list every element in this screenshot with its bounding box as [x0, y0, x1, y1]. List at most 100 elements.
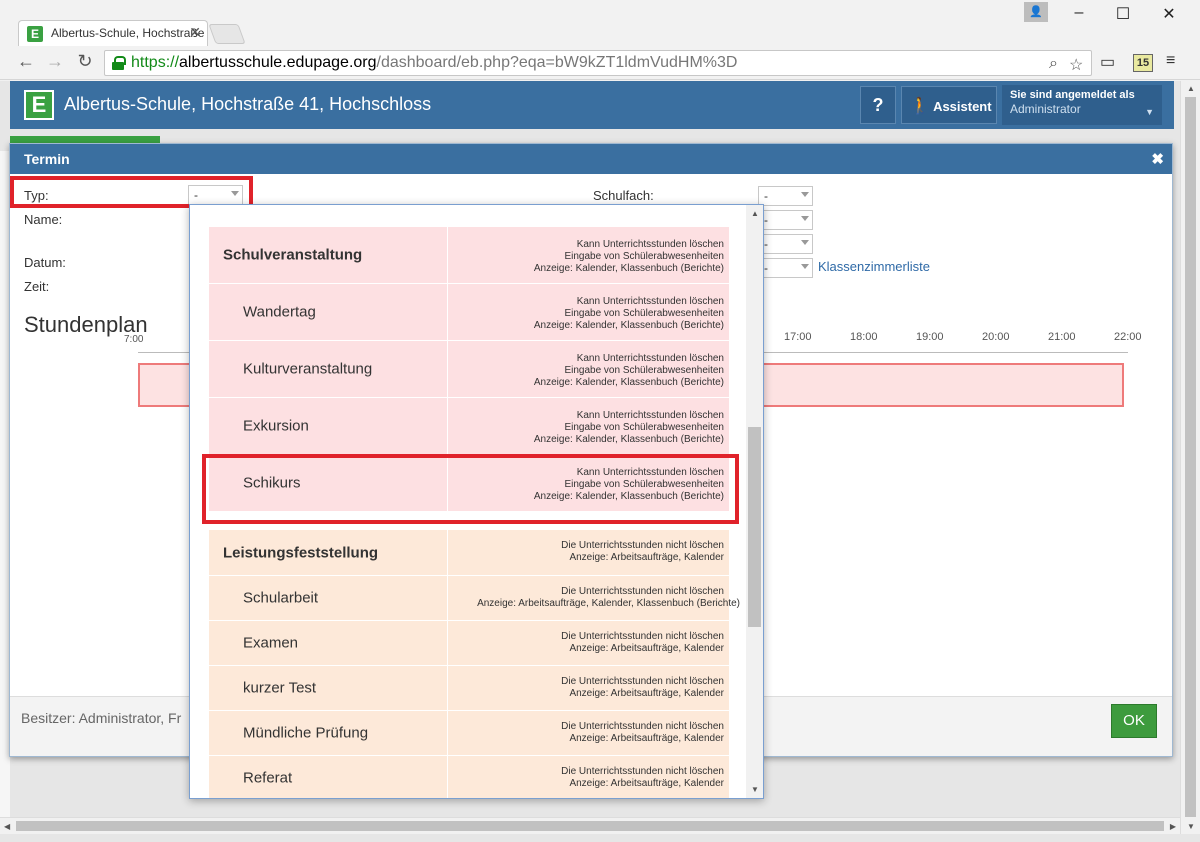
- dialog-title: Termin: [24, 151, 70, 167]
- hour-label: 7:00: [124, 334, 144, 345]
- horizontal-scrollbar[interactable]: ◀ ▶: [0, 817, 1180, 834]
- browser-toolbar: ← → ↻ https://albertusschule.edupage.org…: [0, 46, 1200, 80]
- back-icon[interactable]: ←: [15, 51, 37, 72]
- menu-icon[interactable]: ≡: [1166, 52, 1175, 70]
- address-bar[interactable]: https://albertusschule.edupage.org/dashb…: [104, 50, 1092, 76]
- school-title: Albertus-Schule, Hochstraße 41, Hochschl…: [64, 94, 432, 114]
- ok-button[interactable]: OK: [1111, 704, 1157, 738]
- option-label: Exkursion: [243, 417, 309, 435]
- desc-line: Die Unterrichtsstunden nicht löschen: [561, 676, 724, 687]
- scroll-down-icon[interactable]: ▼: [1187, 822, 1195, 831]
- dialog-header: Termin ✖: [10, 144, 1172, 174]
- forward-icon[interactable]: →: [44, 51, 66, 72]
- chevron-down-icon: ▼: [1145, 107, 1154, 117]
- dropdown-scrollbar[interactable]: ▲ ▼: [746, 205, 763, 798]
- option-description: Kann Unterrichtsstunden löschen Eingabe …: [447, 341, 729, 397]
- desc-line: Anzeige: Kalender, Klassenbuch (Berichte…: [533, 434, 724, 445]
- scroll-left-icon[interactable]: ◀: [4, 822, 10, 831]
- desc-line: Die Unterrichtsstunden nicht löschen: [561, 631, 724, 642]
- desc-line: Anzeige: Arbeitsaufträge, Kalender: [569, 643, 724, 654]
- option-kulturveranstaltung[interactable]: Kulturveranstaltung Kann Unterrichtsstun…: [209, 341, 729, 398]
- profile-icon[interactable]: 👤: [1024, 2, 1048, 22]
- desc-line: Kann Unterrichtsstunden löschen: [576, 353, 724, 364]
- user-name: Administrator: [1010, 102, 1081, 116]
- option-exkursion[interactable]: Exkursion Kann Unterrichtsstunden lösche…: [209, 398, 729, 455]
- desc-line: Eingabe von Schülerabwesenheiten: [564, 365, 724, 376]
- schulfach-select[interactable]: -: [758, 186, 813, 206]
- dropdown-scroll-thumb[interactable]: [748, 427, 761, 627]
- vertical-scrollbar[interactable]: ▲ ▼: [1180, 81, 1200, 834]
- option-label: Examen: [243, 634, 299, 652]
- option-description: Die Unterrichtsstunden nicht löschen Anz…: [447, 530, 729, 575]
- option-wandertag[interactable]: Wandertag Kann Unterrichtsstunden lösche…: [209, 284, 729, 341]
- select-3-value: -: [764, 237, 768, 251]
- scroll-right-icon[interactable]: ▶: [1170, 822, 1176, 831]
- desc-line: Eingabe von Schülerabwesenheiten: [564, 308, 724, 319]
- select-3[interactable]: -: [758, 234, 813, 254]
- desc-line: Anzeige: Kalender, Klassenbuch (Berichte…: [533, 320, 724, 331]
- classroom-select[interactable]: -: [758, 258, 813, 278]
- url-scheme: https://: [131, 54, 180, 71]
- option-schularbeit[interactable]: Schularbeit Die Unterrichtsstunden nicht…: [209, 576, 740, 621]
- option-label: Referat: [243, 769, 293, 787]
- extension-badge[interactable]: 15: [1133, 54, 1153, 72]
- window-bottom-edge: [0, 834, 1200, 842]
- schikurs-highlight-box: [202, 454, 739, 524]
- hour-label: 22:00: [1114, 331, 1142, 343]
- dropdown-arrow-icon: [801, 192, 809, 197]
- minimize-button[interactable]: –: [1066, 4, 1092, 24]
- new-tab-button[interactable]: [208, 24, 246, 44]
- zeit-label: Zeit:: [24, 279, 50, 294]
- schulfach-label: Schulfach:: [593, 188, 654, 203]
- maximize-button[interactable]: ☐: [1110, 4, 1136, 24]
- schulfach-value: -: [764, 189, 768, 203]
- reload-icon[interactable]: ↻: [74, 51, 96, 72]
- browser-titlebar: E Albertus-Schule, Hochstraße ✕ 👤 – ☐ ✕: [0, 0, 1200, 46]
- vertical-scroll-thumb[interactable]: [1185, 97, 1196, 817]
- user-menu[interactable]: Sie sind angemeldet als Administrator ▼: [1002, 85, 1162, 125]
- desc-line: Anzeige: Kalender, Klassenbuch (Berichte…: [533, 263, 724, 274]
- desc-line: Kann Unterrichtsstunden löschen: [576, 410, 724, 421]
- option-description: Die Unterrichtsstunden nicht löschen Anz…: [447, 621, 729, 665]
- close-icon[interactable]: ✖: [1151, 150, 1164, 168]
- url-path: /dashboard/eb.php?eqa=bW9kZT1ldmVudHM%3D: [376, 54, 738, 71]
- option-group-leistungsfeststellung[interactable]: Leistungsfeststellung Die Unterrichtsstu…: [209, 530, 729, 576]
- name-label: Name:: [24, 212, 63, 227]
- option-muendliche-pruefung[interactable]: Mündliche Prüfung Die Unterrichtsstunden…: [209, 711, 729, 756]
- option-description: Die Unterrichtsstunden nicht löschen Anz…: [447, 711, 729, 755]
- hour-label: 19:00: [916, 331, 944, 343]
- assistant-button[interactable]: 🚶 Assistent: [901, 86, 997, 124]
- option-label: kurzer Test: [243, 679, 317, 697]
- option-group-schulveranstaltung[interactable]: Schulveranstaltung Kann Unterrichtsstund…: [209, 227, 729, 284]
- zoom-icon[interactable]: ⌕: [1049, 55, 1058, 73]
- option-referat[interactable]: Referat Die Unterrichtsstunden nicht lös…: [209, 756, 729, 798]
- option-label: Wandertag: [243, 303, 316, 321]
- dropdown-arrow-icon: [801, 216, 809, 221]
- cast-icon[interactable]: ▭: [1100, 52, 1115, 72]
- classroom-list-link[interactable]: Klassenzimmerliste: [818, 259, 930, 274]
- option-description: Die Unterrichtsstunden nicht löschen Anz…: [447, 576, 747, 620]
- tab-title: Albertus-Schule, Hochstraße: [51, 26, 205, 40]
- scroll-up-icon[interactable]: ▲: [1187, 84, 1195, 93]
- option-kurzer-test[interactable]: kurzer Test Die Unterrichtsstunden nicht…: [209, 666, 729, 711]
- help-button[interactable]: ?: [860, 86, 896, 124]
- desc-line: Anzeige: Kalender, Klassenbuch (Berichte…: [533, 377, 724, 388]
- option-description: Die Unterrichtsstunden nicht löschen Anz…: [447, 756, 729, 798]
- option-description: Kann Unterrichtsstunden löschen Eingabe …: [447, 284, 729, 340]
- select-2[interactable]: -: [758, 210, 813, 230]
- browser-tab[interactable]: E Albertus-Schule, Hochstraße ✕: [18, 20, 208, 46]
- close-window-button[interactable]: ✕: [1156, 4, 1182, 24]
- owner-text: Besitzer: Administrator, Fr: [21, 710, 182, 726]
- hour-label: 21:00: [1048, 331, 1076, 343]
- walking-person-icon: 🚶: [910, 98, 930, 115]
- bookmark-star-icon[interactable]: ☆: [1069, 55, 1083, 75]
- option-description: Die Unterrichtsstunden nicht löschen Anz…: [447, 666, 729, 710]
- option-examen[interactable]: Examen Die Unterrichtsstunden nicht lösc…: [209, 621, 729, 666]
- desc-line: Anzeige: Arbeitsaufträge, Kalender: [569, 688, 724, 699]
- scroll-up-icon[interactable]: ▲: [751, 209, 759, 218]
- option-label: Leistungsfeststellung: [223, 544, 379, 561]
- option-label: Schularbeit: [243, 589, 319, 607]
- horizontal-scroll-thumb[interactable]: [16, 821, 1164, 831]
- close-tab-icon[interactable]: ✕: [189, 24, 201, 41]
- scroll-down-icon[interactable]: ▼: [751, 785, 759, 794]
